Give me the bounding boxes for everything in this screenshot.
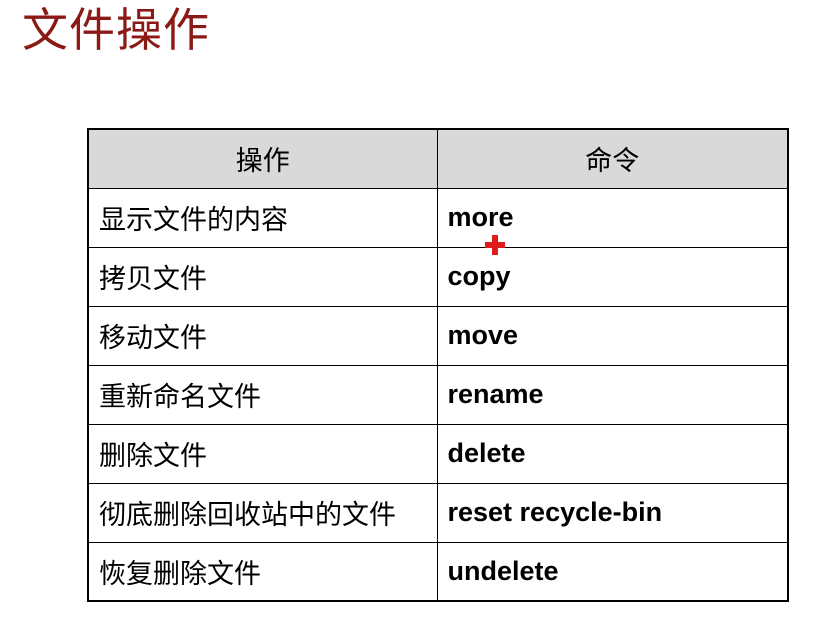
page-title: 文件操作 xyxy=(22,3,210,57)
table-row: 彻底删除回收站中的文件 reset recycle-bin xyxy=(87,482,789,543)
operation-cell: 删除文件 xyxy=(87,423,438,484)
red-cross-cursor-icon xyxy=(485,235,505,255)
table-header-row: 操作 命令 xyxy=(87,128,789,189)
table-row: 删除文件 delete xyxy=(87,423,789,484)
command-cell: delete xyxy=(436,423,789,484)
slide: 文件操作 操作 命令 显示文件的内容 more 拷贝文件 copy 移动文件 m… xyxy=(0,0,818,632)
table-row: 重新命名文件 rename xyxy=(87,364,789,425)
operation-cell: 移动文件 xyxy=(87,305,438,366)
command-cell: reset recycle-bin xyxy=(436,482,789,543)
table-row: 拷贝文件 copy xyxy=(87,246,789,307)
operation-cell: 恢复删除文件 xyxy=(87,541,438,602)
command-cell: move xyxy=(436,305,789,366)
table-row: 恢复删除文件 undelete xyxy=(87,541,789,602)
operation-cell: 重新命名文件 xyxy=(87,364,438,425)
header-operation: 操作 xyxy=(87,128,438,189)
operation-cell: 彻底删除回收站中的文件 xyxy=(87,482,438,543)
command-cell: rename xyxy=(436,364,789,425)
header-command: 命令 xyxy=(436,128,789,189)
table-row: 显示文件的内容 more xyxy=(87,187,789,248)
command-table: 操作 命令 显示文件的内容 more 拷贝文件 copy 移动文件 move 重… xyxy=(87,128,789,602)
operation-cell: 显示文件的内容 xyxy=(87,187,438,248)
table-row: 移动文件 move xyxy=(87,305,789,366)
operation-cell: 拷贝文件 xyxy=(87,246,438,307)
command-cell: undelete xyxy=(436,541,789,602)
